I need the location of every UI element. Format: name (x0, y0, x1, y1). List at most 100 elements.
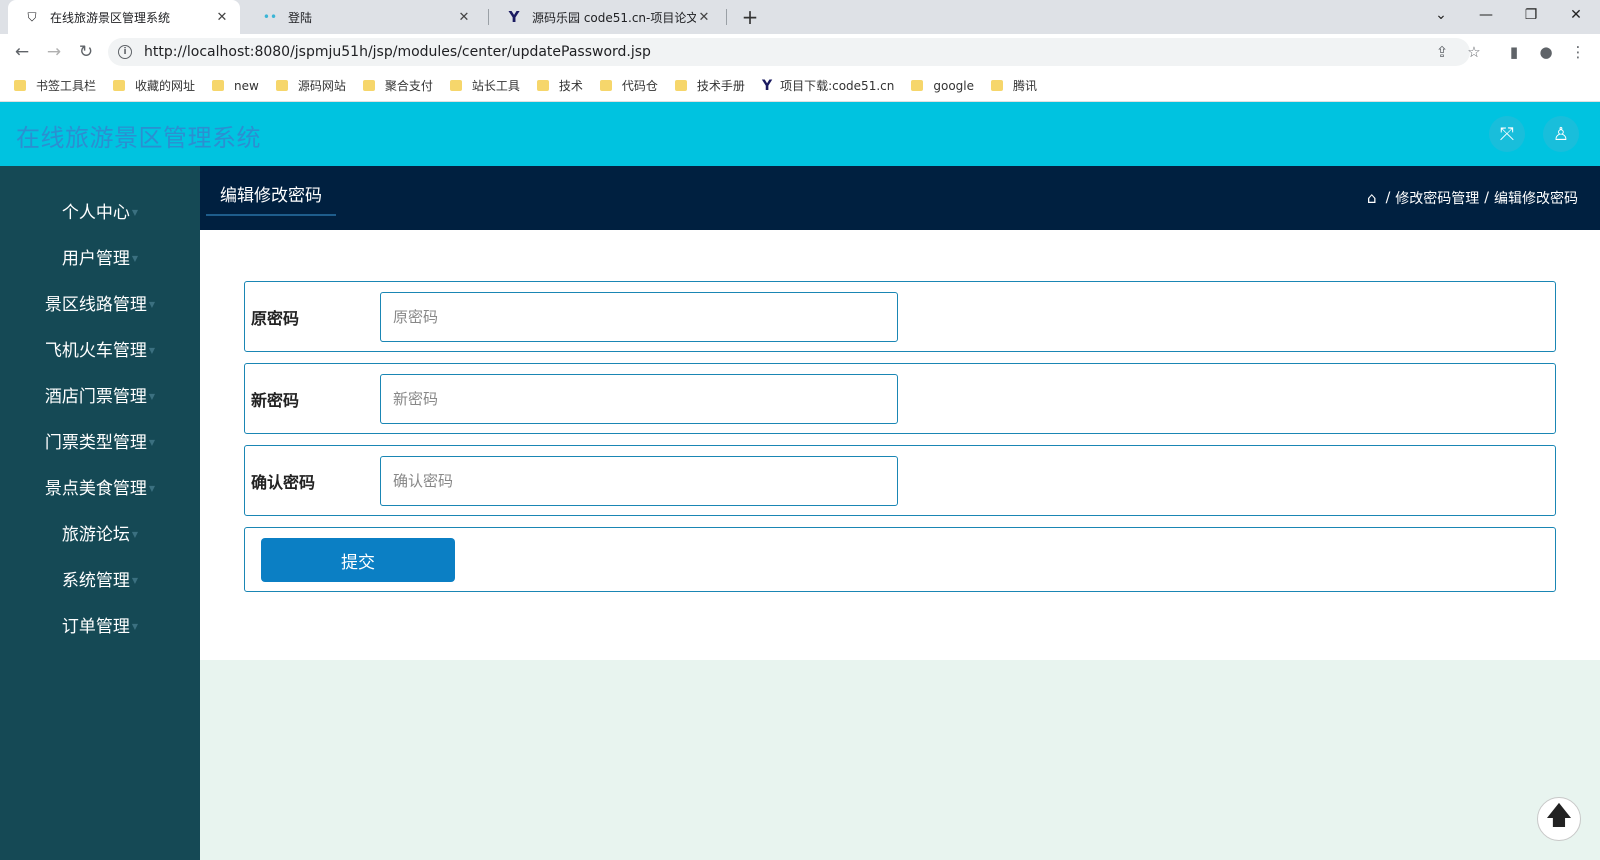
app-header: 在线旅游景区管理系统 ⤧ ♙ (0, 102, 1600, 166)
submit-button[interactable]: 提交 (261, 538, 455, 582)
tab-title: 源码乐园 code51.cn-项目论文代 (532, 10, 696, 25)
sidebar-item-label: 系统管理 (61, 570, 130, 591)
submit-row: 提交 (244, 527, 1556, 592)
url-text: http://localhost:8080/jspmju51h/jsp/modu… (144, 44, 651, 60)
breadcrumb: ⌂ / 修改密码管理 / 编辑修改密码 (1367, 188, 1578, 208)
sidebar-item-routes[interactable]: 景区线路管理 ▼ (0, 282, 200, 322)
confirm-password-row: 确认密码 (244, 445, 1556, 516)
close-icon[interactable]: ✕ (214, 10, 230, 25)
form-panel: 原密码 新密码 确认密码 提交 (200, 230, 1600, 660)
new-password-row: 新密码 (244, 363, 1556, 434)
user-button[interactable]: ♙ (1543, 116, 1579, 152)
bookmark-item[interactable]: 技术 (536, 77, 583, 94)
browser-tab-active[interactable]: ⛉ 在线旅游景区管理系统 ✕ (8, 0, 240, 34)
caret-down-icon: ▼ (148, 345, 156, 355)
caret-down-icon: ▼ (131, 207, 139, 217)
bookmark-item[interactable]: 收藏的网址 (113, 77, 195, 94)
back-to-top-button[interactable]: 🡅 (1537, 797, 1581, 841)
sidebar-item-system[interactable]: 系统管理 ▼ (0, 558, 200, 598)
bookmark-item[interactable]: 书签工具栏 (14, 77, 96, 94)
sidebar-item-flights-trains[interactable]: 飞机火车管理 ▼ (0, 328, 200, 368)
sidebar-item-personal-center[interactable]: 个人中心 ▼ (0, 190, 200, 230)
bookmark-item[interactable]: Y 项目下载:code51.cn (762, 77, 894, 94)
bookmark-item[interactable]: new (212, 79, 259, 93)
y-logo-icon: Y (508, 8, 520, 26)
confirm-password-input[interactable] (380, 456, 898, 506)
fullscreen-button[interactable]: ⤧ (1489, 116, 1525, 152)
sidebar-item-label: 飞机火车管理 (44, 340, 147, 361)
bookmark-item[interactable]: google (911, 79, 974, 93)
folder-icon (599, 80, 612, 91)
arrow-up-icon: 🡅 (1545, 801, 1573, 831)
sidebar-item-ticket-types[interactable]: 门票类型管理 ▼ (0, 420, 200, 460)
close-icon[interactable]: ✕ (456, 10, 472, 25)
folder-icon (449, 80, 462, 91)
sidebar-item-hotel-tickets[interactable]: 酒店门票管理 ▼ (0, 374, 200, 414)
tab-search-icon[interactable]: ⌄ (1418, 0, 1464, 30)
more-icon[interactable]: ⋮ (1566, 40, 1590, 64)
browser-tab-bar: ⛉ 在线旅游景区管理系统 ✕ •• 登陆 ✕ Y 源码乐园 code51.cn-… (0, 0, 1600, 34)
sidebar-item-label: 个人中心 (61, 202, 130, 223)
sidebar-item-label: 订单管理 (61, 616, 130, 637)
url-bar[interactable]: i http://localhost:8080/jspmju51h/jsp/mo… (108, 38, 1470, 66)
bookmark-item[interactable]: 代码仓 (599, 77, 658, 94)
minimize-icon[interactable]: — (1463, 0, 1509, 30)
user-icon: ♙ (1552, 123, 1570, 145)
y-logo-icon: Y (761, 77, 773, 94)
breadcrumb-separator: / (1385, 190, 1391, 206)
new-password-input[interactable] (380, 374, 898, 424)
shield-icon: ⛉ (27, 9, 37, 24)
sidebar-item-forum[interactable]: 旅游论坛 ▼ (0, 512, 200, 552)
caret-down-icon: ▼ (148, 483, 156, 493)
old-password-input[interactable] (380, 292, 898, 342)
sidebar-item-label: 旅游论坛 (61, 524, 130, 545)
sidebar-item-label: 用户管理 (61, 248, 130, 269)
sidebar: 个人中心 ▼ 用户管理 ▼ 景区线路管理 ▼ 飞机火车管理 ▼ 酒店门票管理 ▼ 门票类型… (0, 166, 200, 860)
sidebar-item-label: 景区线路管理 (44, 294, 147, 315)
bookmark-item[interactable]: 技术手册 (674, 77, 745, 94)
browser-tab-login[interactable]: •• 登陆 ✕ (246, 0, 482, 34)
sidebar-item-food[interactable]: 景点美食管理 ▼ (0, 466, 200, 506)
bookmark-item[interactable]: 源码网站 (275, 77, 346, 94)
reload-icon[interactable]: ↻ (74, 40, 98, 64)
folder-icon (536, 80, 549, 91)
tab-separator (726, 9, 727, 25)
sidebar-item-orders[interactable]: 订单管理 ▼ (0, 604, 200, 644)
breadcrumb-item[interactable]: 修改密码管理 (1395, 188, 1479, 208)
breadcrumb-separator: / (1484, 190, 1489, 206)
profile-icon[interactable]: ● (1534, 40, 1558, 64)
page-title: 编辑修改密码 (206, 176, 336, 216)
caret-down-icon: ▼ (148, 299, 156, 309)
caret-down-icon: ▼ (148, 437, 156, 447)
forward-icon[interactable]: → (42, 40, 66, 64)
side-panel-icon[interactable]: ▮ (1502, 40, 1526, 64)
caret-down-icon: ▼ (131, 621, 139, 631)
new-tab-button[interactable]: + (738, 0, 762, 34)
tab-separator (488, 9, 489, 25)
browser-tab-code51[interactable]: Y 源码乐园 code51.cn-项目论文代 ✕ (490, 0, 722, 34)
content-title-bar: 编辑修改密码 ⌂ / 修改密码管理 / 编辑修改密码 (200, 166, 1600, 230)
info-icon[interactable]: i (118, 45, 132, 59)
folder-icon (362, 80, 375, 91)
folder-icon (991, 80, 1003, 91)
folder-icon (212, 80, 225, 91)
bookmark-item[interactable]: 站长工具 (449, 77, 520, 94)
old-password-label: 原密码 (251, 308, 300, 328)
sidebar-item-users[interactable]: 用户管理 ▼ (0, 236, 200, 276)
app-title: 在线旅游景区管理系统 (16, 124, 261, 152)
restore-icon[interactable]: ❐ (1508, 0, 1554, 30)
breadcrumb-item-current: 编辑修改密码 (1494, 191, 1578, 207)
dots-icon: •• (262, 10, 278, 24)
bookmark-item[interactable]: 聚合支付 (362, 77, 433, 94)
confirm-password-label: 确认密码 (251, 472, 316, 492)
folder-icon (911, 80, 924, 91)
close-icon[interactable]: ✕ (696, 10, 712, 25)
bookmark-item[interactable]: 腾讯 (991, 77, 1037, 94)
star-icon[interactable]: ☆ (1462, 40, 1486, 64)
back-icon[interactable]: ← (10, 40, 34, 64)
tab-title: 登陆 (288, 10, 313, 25)
expand-icon: ⤧ (1499, 123, 1515, 145)
share-icon[interactable]: ⇪ (1430, 40, 1454, 64)
home-icon[interactable]: ⌂ (1367, 189, 1377, 207)
window-close-icon[interactable]: ✕ (1553, 0, 1599, 30)
